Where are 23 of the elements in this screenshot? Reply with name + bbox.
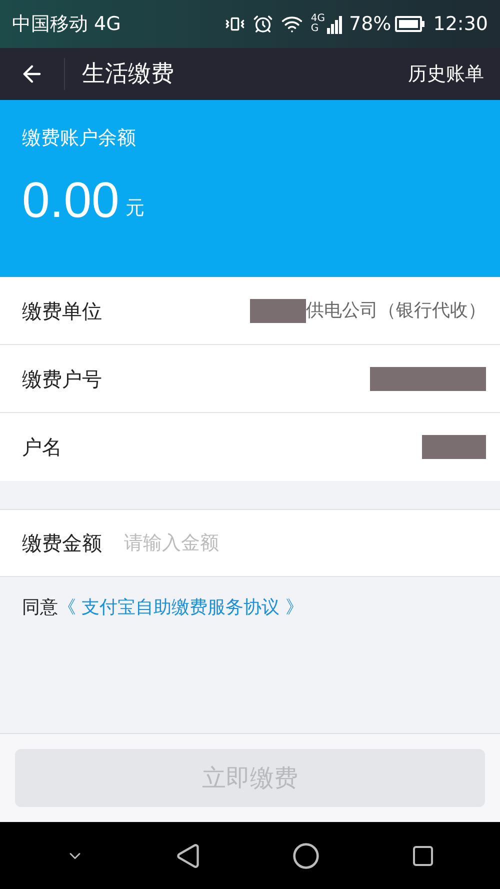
- clock-text: 12:30: [433, 12, 488, 37]
- amount-field[interactable]: 缴费金额 请输入金额: [0, 509, 500, 577]
- agreement-text: 同意: [22, 596, 58, 620]
- network-label: G: [310, 24, 320, 34]
- back-triangle-icon[interactable]: [174, 842, 200, 868]
- currency-unit: 元: [125, 196, 144, 221]
- row-value: 供电公司（银行代收）: [306, 299, 486, 323]
- row-label: 缴费户号: [22, 366, 103, 392]
- amount-label: 缴费金额: [22, 530, 102, 557]
- alarm-icon: [252, 14, 273, 34]
- carrier-text: 中国移动 4G: [12, 12, 121, 37]
- row-label: 户名: [22, 434, 63, 461]
- home-icon[interactable]: [292, 842, 320, 870]
- history-bills-link[interactable]: 历史账单: [408, 60, 484, 88]
- network-label: 4G: [310, 14, 325, 24]
- recents-icon[interactable]: [410, 844, 434, 868]
- page-title: 生活缴费: [82, 60, 175, 89]
- balance-amount: 0.00: [22, 174, 120, 224]
- battery-icon: [395, 16, 426, 32]
- row-label: 缴费单位: [22, 298, 103, 324]
- battery-text: 78%: [349, 12, 392, 37]
- signal-icon: [327, 14, 343, 34]
- balance-label: 缴费账户余额: [22, 126, 137, 151]
